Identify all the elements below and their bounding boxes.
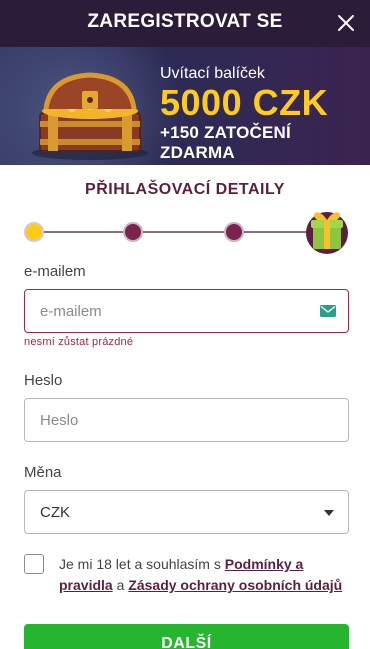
- close-button[interactable]: [336, 13, 356, 33]
- email-label: e-mailem: [24, 263, 86, 280]
- email-placeholder: e-mailem: [40, 302, 102, 320]
- consent-middle: a: [112, 577, 129, 593]
- next-button[interactable]: DALŠÍ: [24, 624, 349, 649]
- password-label: Heslo: [24, 372, 63, 389]
- step-3: [224, 222, 244, 242]
- currency-value: CZK: [40, 503, 70, 521]
- gift-icon: [306, 212, 348, 254]
- mail-icon: [320, 305, 336, 317]
- close-icon: [338, 15, 354, 31]
- bonus-amount: 5000 CZK: [160, 82, 329, 123]
- treasure-chest-icon: [32, 72, 148, 160]
- welcome-banner: Uvítací balíček 5000 CZK +150 ZATOČENÍ Z…: [0, 47, 370, 165]
- progress-steps: [24, 205, 350, 255]
- email-error: nesmí zůstat prázdné: [24, 336, 134, 348]
- modal-header: ZAREGISTROVAT SE: [0, 0, 370, 47]
- email-field[interactable]: e-mailem: [24, 289, 349, 333]
- password-field[interactable]: Heslo: [24, 398, 349, 442]
- password-placeholder: Heslo: [40, 411, 79, 429]
- step-2: [123, 222, 143, 242]
- consent-checkbox[interactable]: [24, 554, 44, 574]
- section-title: PŘIHLAŠOVACÍ DETAILY: [85, 181, 285, 198]
- free-spins: +150 ZATOČENÍ ZDARMA: [160, 123, 291, 162]
- chevron-down-icon: [324, 510, 334, 516]
- currency-select[interactable]: CZK: [24, 490, 349, 534]
- currency-label: Měna: [24, 464, 62, 481]
- privacy-link[interactable]: Zásady ochrany osobních údajů: [128, 577, 342, 593]
- modal-title: ZAREGISTROVAT SE: [87, 11, 283, 32]
- step-1: [24, 222, 44, 242]
- consent-text: Je mi 18 let a souhlasím s Podmínky a pr…: [59, 554, 354, 596]
- progress-line: [36, 231, 326, 233]
- banner-text: Uvítací balíček 5000 CZK +150 ZATOČENÍ Z…: [160, 65, 370, 163]
- consent-prefix: Je mi 18 let a souhlasím s: [59, 556, 225, 572]
- welcome-label: Uvítací balíček: [160, 65, 265, 82]
